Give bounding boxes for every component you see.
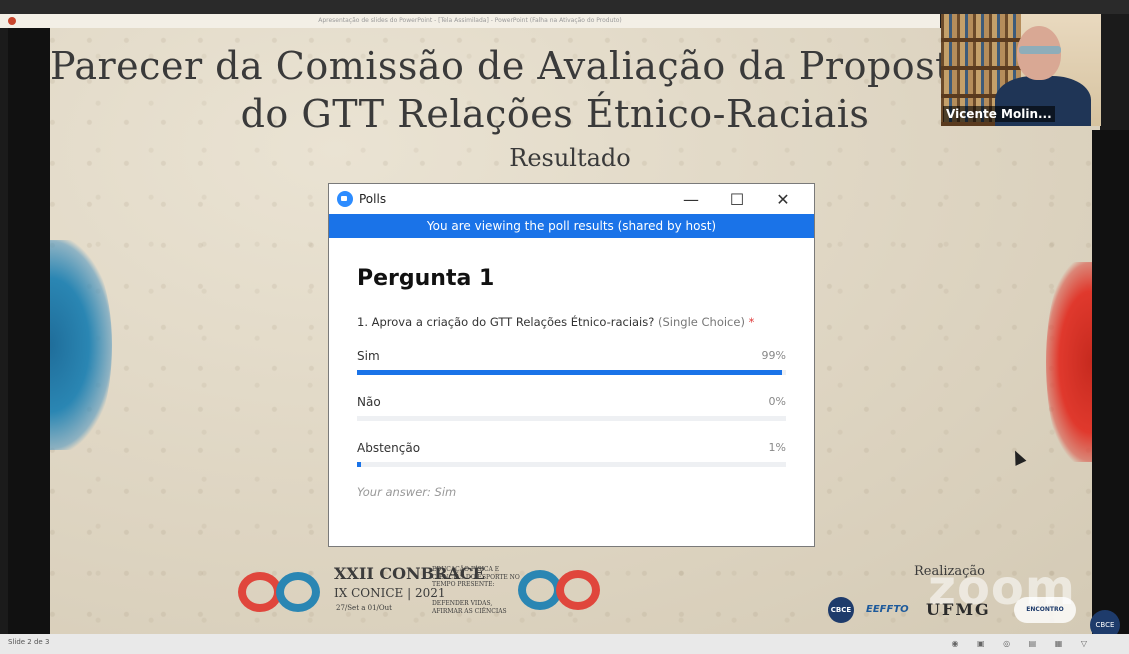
- conbrace-tagline-2: DEFENDER VIDAS, AFIRMAR AS CIÊNCIAS: [432, 600, 507, 615]
- zoom-logo-icon: [337, 191, 353, 207]
- poll-option: Abstenção 1%: [357, 441, 786, 467]
- poll-option-label: Abstenção: [357, 441, 421, 455]
- required-marker: *: [748, 315, 755, 329]
- your-answer: Your answer: Sim: [357, 485, 457, 499]
- cbce-logo: CBCE: [828, 597, 854, 623]
- polls-title-bar[interactable]: Polls — ☐ ✕: [329, 184, 814, 214]
- poll-option-bar-track: [357, 370, 786, 375]
- glasses: [1019, 46, 1061, 54]
- conbrace-text-block: XXII CONBRACE IX CONICE | 2021 27/Set a …: [334, 564, 534, 624]
- poll-results-banner: You are viewing the poll results (shared…: [329, 214, 814, 238]
- poll-option-bar-track: [357, 462, 786, 467]
- powerpoint-status-bar: Slide 2 de 3 ◉ ▣ ◎ ▤ ▦ ▽: [0, 634, 1129, 654]
- powerpoint-title-text: Apresentação de slides do PowerPoint - […: [318, 17, 622, 24]
- poll-option-bar-track: [357, 416, 786, 421]
- polls-window: Polls — ☐ ✕ You are viewing the poll res…: [329, 184, 814, 546]
- conbrace-dates: 27/Set a 01/Out: [336, 604, 392, 612]
- participant-video[interactable]: Vicente Molin...: [941, 14, 1101, 126]
- slide-title: Parecer da Comissão de Avaliação da Prop…: [50, 42, 1068, 138]
- polls-window-title: Polls: [359, 192, 387, 206]
- poll-body: Pergunta 1 1. Aprova a criação do GTT Re…: [329, 238, 814, 499]
- poll-option-percent: 1%: [768, 441, 786, 454]
- question-text: 1. Aprova a criação do GTT Relações Étni…: [357, 315, 655, 329]
- poll-option-label: Sim: [357, 349, 380, 363]
- window-controls: — ☐ ✕: [668, 184, 806, 214]
- powerpoint-icon: [8, 17, 16, 25]
- right-letterbox: [1092, 130, 1129, 634]
- encontro-logo: ENCONTRO: [1014, 597, 1076, 623]
- conbrace-subtitle: IX CONICE | 2021: [334, 586, 446, 600]
- screen-top-strip: [0, 0, 1129, 14]
- status-bar-icons[interactable]: ◉ ▣ ◎ ▤ ▦ ▽: [951, 639, 1095, 648]
- close-button[interactable]: ✕: [760, 190, 806, 209]
- poll-option: Sim 99%: [357, 349, 786, 375]
- infinity-logo-left: [238, 572, 328, 612]
- powerpoint-title-bar: Apresentação de slides do PowerPoint - […: [0, 14, 940, 28]
- question-heading: Pergunta 1: [357, 266, 495, 291]
- slide-title-line1: Parecer da Comissão de Avaliação da Prop…: [50, 44, 1069, 88]
- poll-option-bar-fill: [357, 462, 362, 467]
- infinity-logo-right: [518, 570, 608, 610]
- slide-subtitle: Resultado: [509, 144, 631, 172]
- poll-option-label: Não: [357, 395, 381, 409]
- poll-option-percent: 0%: [768, 395, 786, 408]
- poll-options-list: Sim 99% Não 0% Abstenção 1%: [357, 349, 786, 467]
- poll-option-row: Não 0%: [357, 395, 786, 409]
- poll-option-bar-fill: [357, 370, 782, 375]
- minimize-button[interactable]: —: [668, 190, 714, 209]
- red-paint-splash: [1046, 262, 1096, 462]
- slide-counter: Slide 2 de 3: [8, 638, 50, 646]
- question-type: (Single Choice): [658, 315, 745, 329]
- maximize-button[interactable]: ☐: [714, 190, 760, 209]
- poll-option-row: Sim 99%: [357, 349, 786, 363]
- slide-title-line2: do GTT Relações Étnico-Raciais: [240, 92, 870, 136]
- question-text-line: 1. Aprova a criação do GTT Relações Étni…: [357, 315, 786, 329]
- conbrace-tagline-1: EDUCAÇÃO FÍSICA E CIÊNCIAS DO ESPORTE NO…: [432, 566, 520, 588]
- poll-option: Não 0%: [357, 395, 786, 421]
- left-letterbox: [8, 28, 50, 634]
- eeffto-logo: EEFFTO: [866, 604, 909, 615]
- poll-option-percent: 99%: [761, 349, 786, 362]
- participant-name: Vicente Molin...: [943, 106, 1055, 122]
- ufmg-logo: UFMG: [926, 600, 991, 619]
- poll-option-row: Abstenção 1%: [357, 441, 786, 455]
- conbrace-logo-strip: XXII CONBRACE IX CONICE | 2021 27/Set a …: [238, 562, 618, 624]
